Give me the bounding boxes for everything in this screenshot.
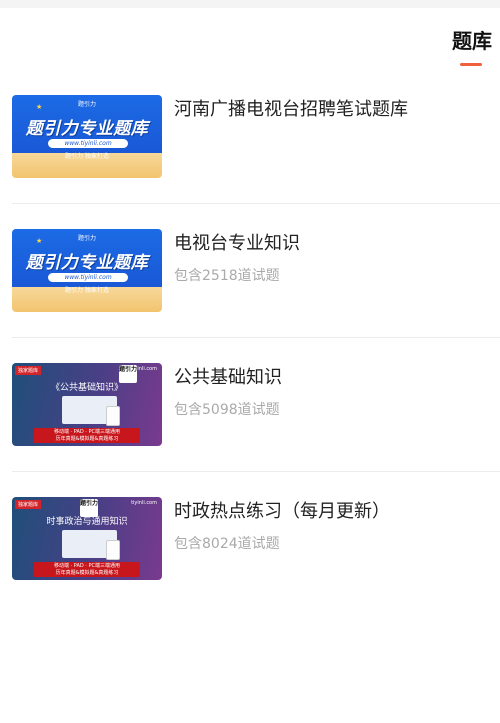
item-question-count: 包含2518道试题 (174, 268, 280, 284)
item-thumbnail[interactable]: 独家题库 tiyinli.com 题引力 《公共基础知识》 移动端 · PAD … (12, 363, 162, 446)
feature-line: 移动端 · PAD · PC端三端通用 (53, 563, 120, 569)
thumbnail-feature-box: 移动端 · PAD · PC端三端通用 历年真题&模拟题&真题练习 (34, 562, 140, 577)
tab-active-indicator (460, 63, 482, 66)
feature-line: 移动端 · PAD · PC端三端通用 (53, 429, 120, 435)
feature-line: 历年真题&模拟题&真题练习 (55, 570, 119, 576)
list-item[interactable]: 独家题库 tiyinli.com 题引力 时事政治与通用知识 移动端 · PAD… (0, 472, 500, 606)
thumbnail-logo: 题引力 (77, 235, 96, 242)
question-bank-list: ★ 题引力 题引力专业题库 www.tiyinli.com 题引力 独家打造 河… (0, 70, 500, 606)
thumbnail-headline: 题引力专业题库 (25, 119, 149, 139)
thumbnail-headline: 题引力专业题库 (25, 253, 149, 273)
item-title[interactable]: 电视台专业知识 (174, 229, 300, 255)
item-title[interactable]: 时政热点练习（每月更新） (174, 497, 390, 523)
top-strip (0, 0, 500, 8)
thumbnail-slogan: 题引力 独家打造 (65, 287, 109, 294)
item-question-count: 包含5098道试题 (174, 402, 280, 418)
thumbnail-logo: 题引力 (77, 101, 96, 108)
list-item[interactable]: ★ 题引力 题引力专业题库 www.tiyinli.com 题引力 独家打造 电… (0, 204, 500, 338)
item-thumbnail[interactable]: ★ 题引力 题引力专业题库 www.tiyinli.com 题引力 独家打造 (12, 229, 162, 312)
thumbnail-heading: 时事政治与通用知识 (46, 517, 128, 527)
thumbnail-slogan: 题引力 独家打造 (65, 153, 109, 160)
item-question-count: 包含8024道试题 (174, 536, 280, 552)
thumbnail-tag: 独家题库 (15, 500, 42, 509)
item-title[interactable]: 公共基础知识 (174, 363, 282, 389)
thumbnail-url: www.tiyinli.com (48, 273, 128, 282)
list-item[interactable]: ★ 题引力 题引力专业题库 www.tiyinli.com 题引力 独家打造 河… (0, 70, 500, 204)
item-thumbnail[interactable]: 独家题库 tiyinli.com 题引力 时事政治与通用知识 移动端 · PAD… (12, 497, 162, 580)
thumbnail-heading: 《公共基础知识》 (50, 383, 123, 393)
feature-line: 历年真题&模拟题&真题练习 (55, 436, 119, 442)
list-item[interactable]: 独家题库 tiyinli.com 题引力 《公共基础知识》 移动端 · PAD … (0, 338, 500, 472)
item-title[interactable]: 河南广播电视台招聘笔试题库 (174, 95, 408, 121)
phone-icon (106, 406, 120, 426)
thumbnail-feature-box: 移动端 · PAD · PC端三端通用 历年真题&模拟题&真题练习 (34, 428, 140, 443)
tab-bar: 题库 (0, 8, 500, 66)
thumbnail-tag: 独家题库 (15, 366, 42, 375)
thumbnail-site: tiyinli.com (131, 500, 157, 506)
item-thumbnail[interactable]: ★ 题引力 题引力专业题库 www.tiyinli.com 题引力 独家打造 (12, 95, 162, 178)
phone-icon (106, 540, 120, 560)
tab-question-bank[interactable]: 题库 (452, 25, 492, 54)
thumbnail-url: www.tiyinli.com (48, 139, 128, 148)
